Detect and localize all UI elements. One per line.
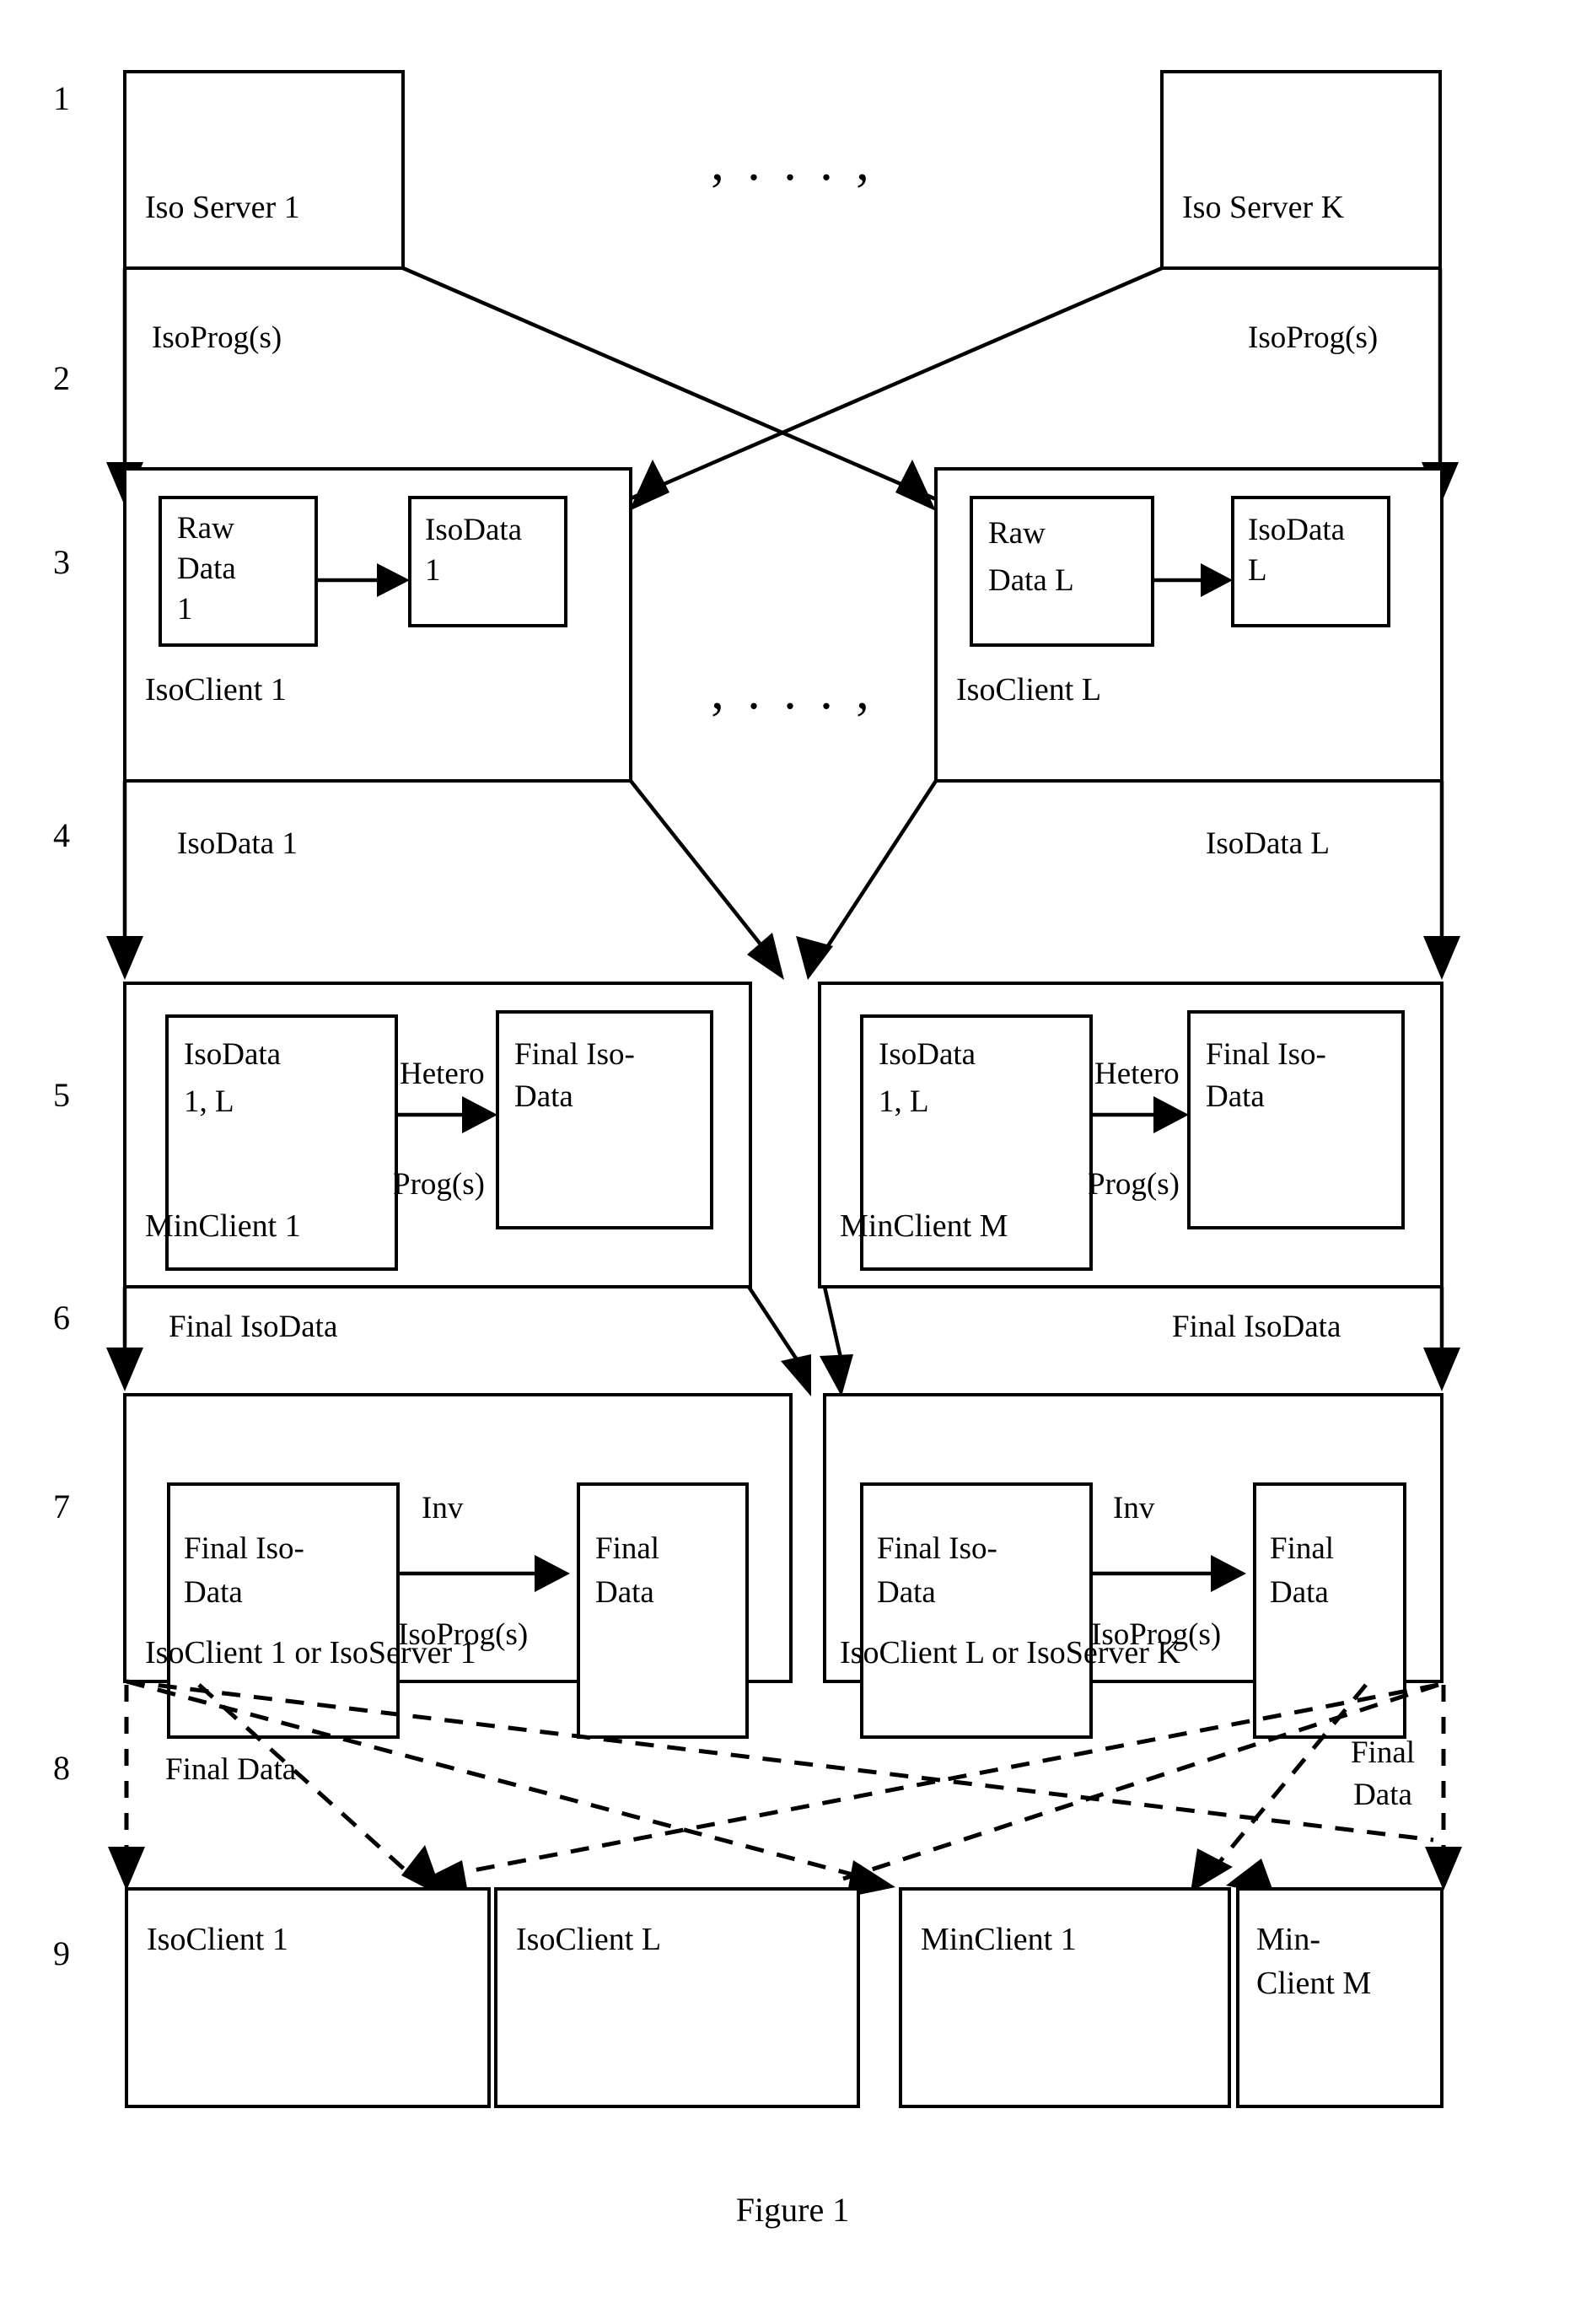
row7-left-source-box[interactable] (167, 1482, 400, 1739)
isodata-l-line2: L (1248, 553, 1267, 588)
iso-server-1-label: Iso Server 1 (145, 190, 300, 225)
row8-left-final-data-label: Final Data (165, 1752, 296, 1787)
finaldata-left-vertical-arrowhead (108, 1847, 145, 1891)
minclient-1-edge-label-line2: Prog(s) (393, 1167, 485, 1202)
minclient-1-group-label: MinClient 1 (145, 1208, 301, 1244)
isoclient-1-group-label: IsoClient 1 (145, 672, 287, 707)
dest-minclient-m-line1: Min- (1256, 1922, 1320, 1957)
row5-min-clients: IsoData 1, L Hetero Prog(s) Final Iso- D… (123, 982, 1444, 1288)
minclient-m-target-line1: Final Iso- (1206, 1037, 1326, 1072)
raw-data-l-line1: Raw (988, 516, 1046, 551)
row3-iso-clients: Raw Data 1 IsoData 1 IsoClient 1 , . . .… (123, 467, 1444, 783)
minclient-1-source-line2: 1, L (184, 1084, 234, 1119)
row4-isodata-transfer: IsoData 1 IsoData L (106, 779, 1460, 980)
minclient-m-target-line2: Data (1206, 1079, 1265, 1114)
row2-right-isoprog-label: IsoProg(s) (1248, 320, 1378, 355)
right-group-to-isoclientl-arrowhead (1191, 1848, 1233, 1892)
row6-right-final-isodata-label: Final IsoData (1172, 1310, 1341, 1344)
minclient-1-target-line1: Final Iso- (514, 1037, 635, 1072)
row7-left-source-line2: Data (184, 1575, 243, 1610)
row7-right-source-line2: Data (877, 1575, 936, 1610)
row7-left-edge-label-line1: Inv (422, 1491, 464, 1525)
minclient-1-edge-label-line1: Hetero (400, 1057, 485, 1091)
row1-ellipsis: , . . . , (711, 134, 874, 191)
row-number-5: 5 (53, 1076, 70, 1114)
row4-left-isodata-label: IsoData 1 (177, 826, 298, 861)
row2-left-isoprog-label: IsoProg(s) (152, 320, 282, 355)
final-isodata-left-arrowhead (106, 1348, 143, 1391)
dest-isoclient-1-label: IsoClient 1 (147, 1922, 288, 1957)
row-number-1: 1 (53, 79, 70, 117)
row-number-2: 2 (53, 359, 70, 397)
serverk-to-client1-line (628, 266, 1163, 502)
row-number-4: 4 (53, 816, 70, 854)
row6-final-isodata-transfer: Final IsoData Final IsoData (106, 1285, 1460, 1396)
dest-minclient-1-label: MinClient 1 (921, 1922, 1077, 1957)
iso-server-k-label: Iso Server K (1182, 190, 1345, 225)
row7-right-target-line1: Final (1270, 1531, 1334, 1566)
isodata-1-line1: IsoData (425, 513, 522, 547)
iso-server-k-box[interactable] (1160, 70, 1442, 270)
row7-right-target-line2: Data (1270, 1575, 1329, 1610)
client1-to-center-arrowhead (747, 933, 784, 980)
isodata-1-line2: 1 (425, 553, 441, 588)
minclient-m-source-line1: IsoData (879, 1037, 976, 1072)
minclient1-to-center-arrowhead (781, 1354, 811, 1396)
raw-data-1-line1: Raw (177, 511, 234, 546)
row-number-8: 8 (53, 1749, 70, 1787)
row7-right-edge-label-line1: Inv (1113, 1491, 1155, 1525)
client1-to-center-line (629, 779, 776, 963)
raw-data-l-line2: Data L (988, 563, 1074, 598)
minclient-1-source-line1: IsoData (184, 1037, 281, 1072)
isodata-l-line1: IsoData (1248, 513, 1345, 547)
minclientm-to-center-arrowhead (820, 1354, 853, 1396)
iso-server-1-box[interactable] (123, 70, 405, 270)
finaldata-right-vertical-arrowhead (1425, 1847, 1462, 1891)
row-number-9: 9 (53, 1934, 70, 1972)
row-number-gutter: 1 2 3 4 5 6 7 8 9 (53, 79, 70, 1972)
row-number-3: 3 (53, 543, 70, 581)
raw-data-1-line3: 1 (177, 592, 193, 627)
row8-right-final-data-line2: Data (1353, 1778, 1412, 1812)
isodatal-down-arrowhead (1423, 936, 1460, 980)
row-number-7: 7 (53, 1487, 70, 1525)
raw-data-1-line2: Data (177, 551, 236, 586)
minclient-1-target-line2: Data (514, 1079, 573, 1114)
dest-isoclient-l-label: IsoClient L (516, 1922, 661, 1957)
row7-left-source-line1: Final Iso- (184, 1531, 304, 1566)
minclient-m-source-line2: 1, L (879, 1084, 929, 1119)
dest-minclient-m-line2: Client M (1256, 1966, 1371, 2001)
server1-to-clientl-line (402, 266, 937, 502)
isodata1-down-arrowhead (106, 936, 143, 980)
row7-left-group-label: IsoClient 1 or IsoServer 1 (145, 1635, 476, 1670)
row7-left-target-line1: Final (595, 1531, 659, 1566)
row8-right-final-data-line1: Final (1351, 1735, 1415, 1770)
row1-iso-servers: Iso Server 1 , . . . , Iso Server K (123, 70, 1442, 270)
isoclient-l-group-label: IsoClient L (956, 672, 1101, 707)
row7-right-group-label: IsoClient L or IsoServer K (840, 1635, 1180, 1670)
figure-caption: Figure 1 (736, 2191, 849, 2229)
row9-destination-clients: IsoClient 1 IsoClient L MinClient 1 Min-… (125, 1887, 1444, 2108)
minclient-m-edge-label-line2: Prog(s) (1088, 1167, 1180, 1202)
minclient-m-group-label: MinClient M (840, 1208, 1008, 1244)
row7-right-source-line1: Final Iso- (877, 1531, 997, 1566)
architecture-diagram: 1 2 3 4 5 6 7 8 9 Iso Server 1 , . . . ,… (53, 70, 1462, 2229)
row6-left-final-isodata-label: Final IsoData (169, 1310, 337, 1344)
row-number-6: 6 (53, 1299, 70, 1337)
row4-right-isodata-label: IsoData L (1206, 826, 1330, 861)
server1-to-clientl-arrowhead (895, 460, 936, 511)
clientl-to-center-line (816, 779, 938, 963)
clientl-to-center-arrowhead (796, 936, 833, 980)
row7-right-source-box[interactable] (860, 1482, 1093, 1739)
row7-right-target-box[interactable] (1253, 1482, 1406, 1739)
row7-left-target-box[interactable] (577, 1482, 749, 1739)
final-isodata-right-arrowhead (1423, 1348, 1460, 1391)
serverk-to-client1-arrowhead (629, 460, 669, 511)
row3-ellipsis: , . . . , (711, 663, 874, 720)
left-group-to-minclientm-dash (126, 1679, 1434, 1843)
row7-left-target-line2: Data (595, 1575, 654, 1610)
minclient-m-edge-label-line1: Hetero (1094, 1057, 1180, 1091)
row7-inverse-stage: Final Iso- Data Inv IsoProg(s) Final Dat… (123, 1393, 1444, 1739)
figure-root: 1 2 3 4 5 6 7 8 9 Iso Server 1 , . . . ,… (0, 0, 1586, 2324)
